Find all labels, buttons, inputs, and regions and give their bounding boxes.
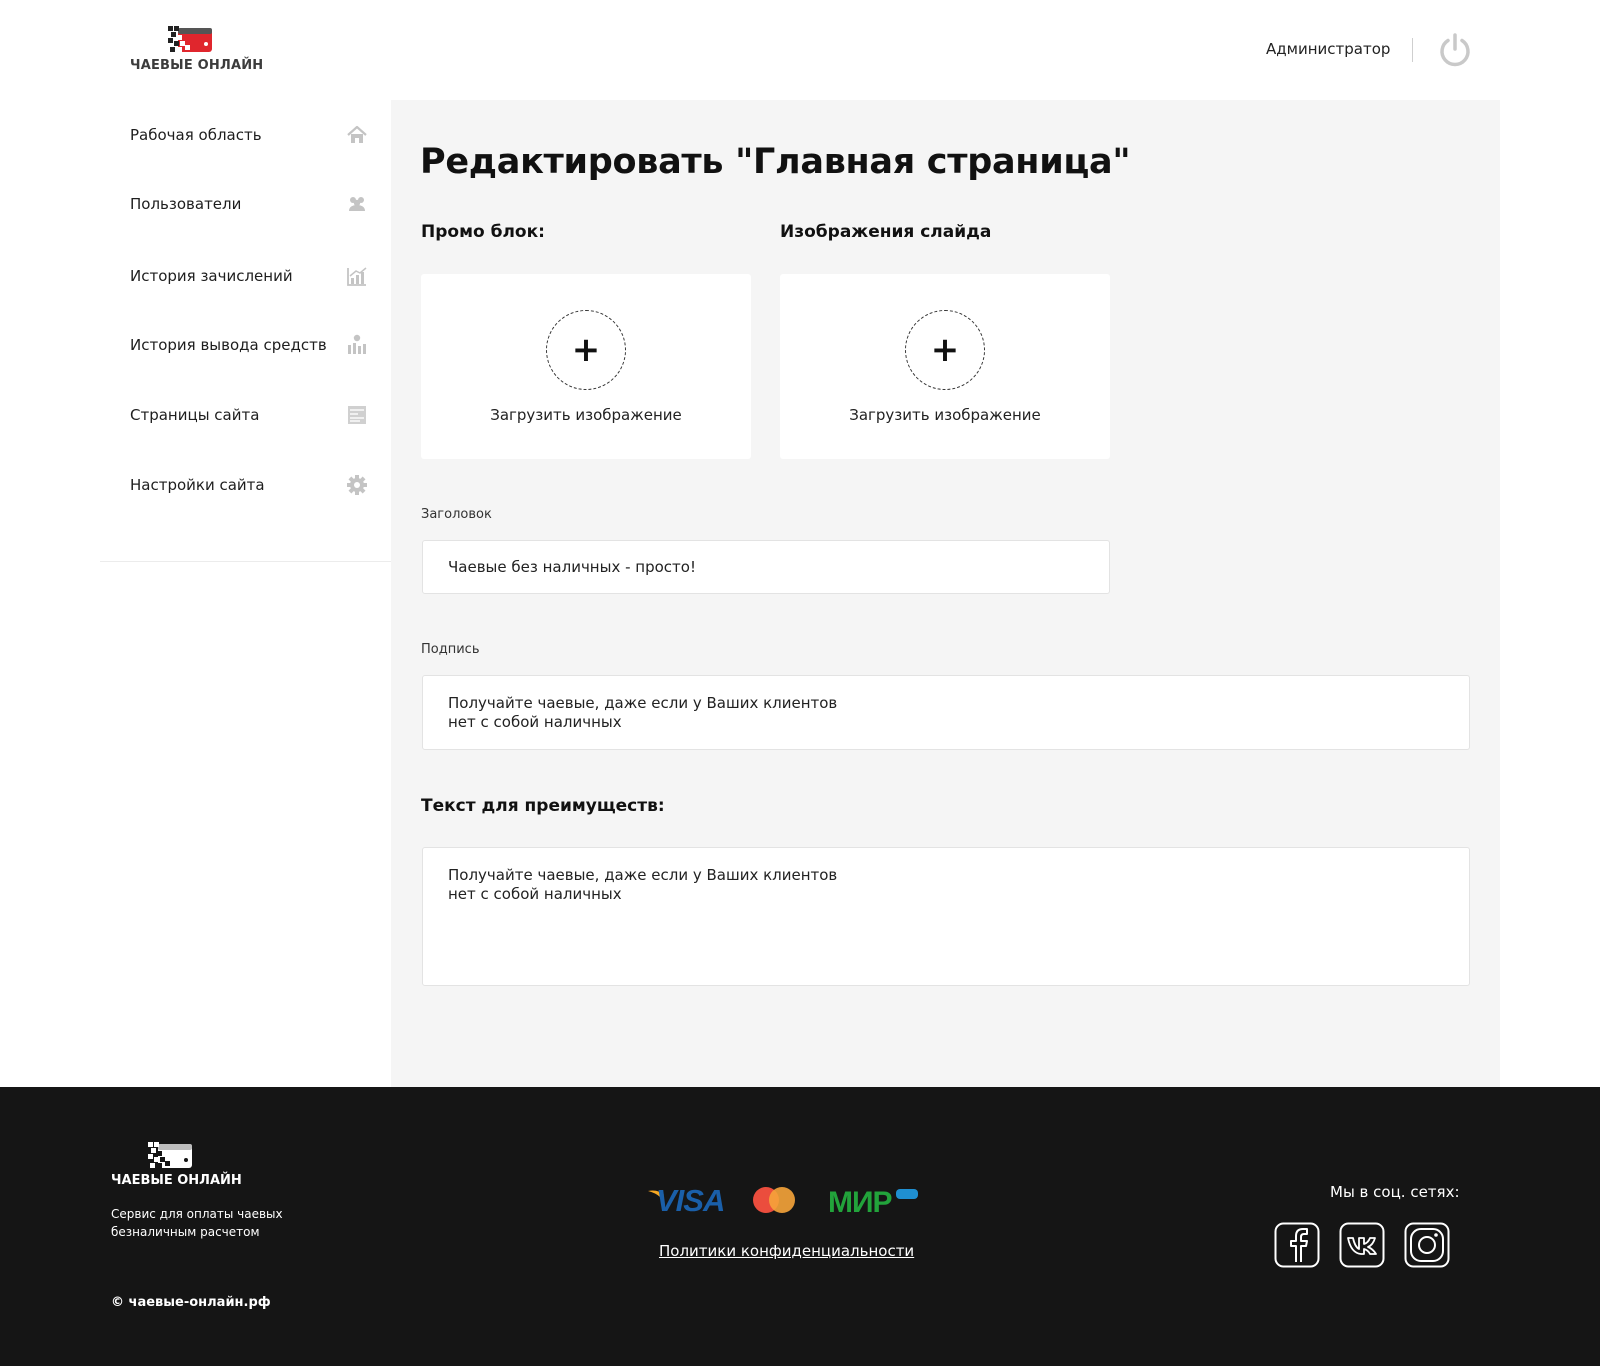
promo-block-label: Промо блок: (421, 222, 545, 242)
footer-logo-icon (148, 1142, 192, 1168)
footer-logo-text: ЧАЕВЫЕ ОНЛАЙН (111, 1173, 242, 1188)
social-title: Мы в соц. сетях: (1330, 1183, 1460, 1201)
mir-logo: МИР (828, 1186, 918, 1217)
main-content: Редактировать "Главная страница" Промо б… (391, 100, 1500, 1087)
footer-description-line: Сервис для оплаты чаевых (111, 1207, 283, 1221)
logo-text: ЧАЕВЫЕ ОНЛАЙН (130, 58, 264, 73)
sidebar-item-label: История вывода средств (130, 336, 327, 354)
mir-logo-text: МИР (828, 1186, 892, 1217)
power-icon[interactable] (1437, 32, 1473, 68)
slide-upload-card[interactable]: + Загрузить изображение (780, 274, 1110, 459)
logo-icon (168, 26, 212, 52)
heading-field-label: Заголовок (421, 507, 492, 522)
header-divider (1412, 38, 1413, 62)
sidebar-item-label: Настройки сайта (130, 476, 265, 494)
sidebar-item-accruals[interactable]: История зачислений (130, 256, 368, 296)
vk-icon[interactable] (1339, 1222, 1385, 1268)
sidebar-item-settings[interactable]: Настройки сайта (130, 465, 368, 505)
slide-images-label: Изображения слайда (780, 222, 992, 242)
footer-description: Сервис для оплаты чаевых безналичным рас… (111, 1205, 283, 1241)
sidebar-item-label: Страницы сайта (130, 406, 260, 424)
plus-icon: + (571, 330, 601, 370)
logo[interactable]: ЧАЕВЫЕ ОНЛАЙН (130, 24, 264, 76)
footer-description-line: безналичным расчетом (111, 1225, 260, 1239)
sidebar-item-label: Рабочая область (130, 126, 262, 144)
upload-dropzone[interactable]: + (905, 310, 985, 390)
sidebar-item-users[interactable]: Пользователи (130, 184, 368, 224)
chart-icon (347, 267, 367, 286)
caption-line: Получайте чаевые, даже если у Ваших клие… (448, 694, 838, 712)
heading-input-value: Чаевые без наличных - просто! (448, 558, 696, 576)
advantages-label: Текст для преимуществ: (421, 796, 665, 816)
facebook-icon[interactable] (1274, 1222, 1320, 1268)
sidebar-item-pages[interactable]: Страницы сайта (130, 395, 368, 435)
sidebar-item-label: Пользователи (130, 195, 242, 213)
footer-copyright: © чаевые-онлайн.рф (111, 1295, 271, 1310)
upload-caption: Загрузить изображение (490, 406, 682, 424)
mastercard-logo (753, 1187, 795, 1213)
promo-upload-card[interactable]: + Загрузить изображение (421, 274, 751, 459)
caption-field-label: Подпись (421, 642, 480, 657)
sidebar-item-workspace[interactable]: Рабочая область (130, 115, 368, 155)
upload-dropzone[interactable]: + (546, 310, 626, 390)
user-name[interactable]: Администратор (1266, 40, 1390, 58)
caption-textarea[interactable]: Получайте чаевые, даже если у Ваших клие… (422, 675, 1470, 750)
sidebar: Рабочая область Пользователи История зач… (100, 100, 391, 562)
pages-icon (348, 406, 366, 424)
sidebar-item-label: История зачислений (130, 267, 293, 285)
home-icon (347, 125, 367, 143)
visa-logo: VISA (648, 1183, 725, 1217)
sidebar-item-withdrawals[interactable]: История вывода средств (130, 325, 368, 365)
header: ЧАЕВЫЕ ОНЛАЙН Администратор (0, 0, 1600, 100)
advantages-line: нет с собой наличных (448, 885, 622, 903)
instagram-icon[interactable] (1404, 1222, 1450, 1268)
advantages-line: Получайте чаевые, даже если у Ваших клие… (448, 866, 838, 884)
privacy-policy-link[interactable]: Политики конфиденциальности (659, 1242, 914, 1260)
page-title: Редактировать "Главная страница" (420, 142, 1131, 182)
gear-icon (347, 475, 367, 495)
payment-logos: VISA МИР (648, 1183, 918, 1217)
footer: ЧАЕВЫЕ ОНЛАЙН Сервис для оплаты чаевых б… (0, 1087, 1600, 1366)
users-icon (349, 197, 365, 211)
heading-input[interactable]: Чаевые без наличных - просто! (422, 540, 1110, 594)
upload-caption: Загрузить изображение (849, 406, 1041, 424)
visa-logo-text: VISA (656, 1183, 724, 1217)
advantages-textarea[interactable]: Получайте чаевые, даже если у Ваших клие… (422, 847, 1470, 986)
money-chart-icon (348, 334, 366, 354)
plus-icon: + (930, 330, 960, 370)
caption-line: нет с собой наличных (448, 713, 622, 731)
